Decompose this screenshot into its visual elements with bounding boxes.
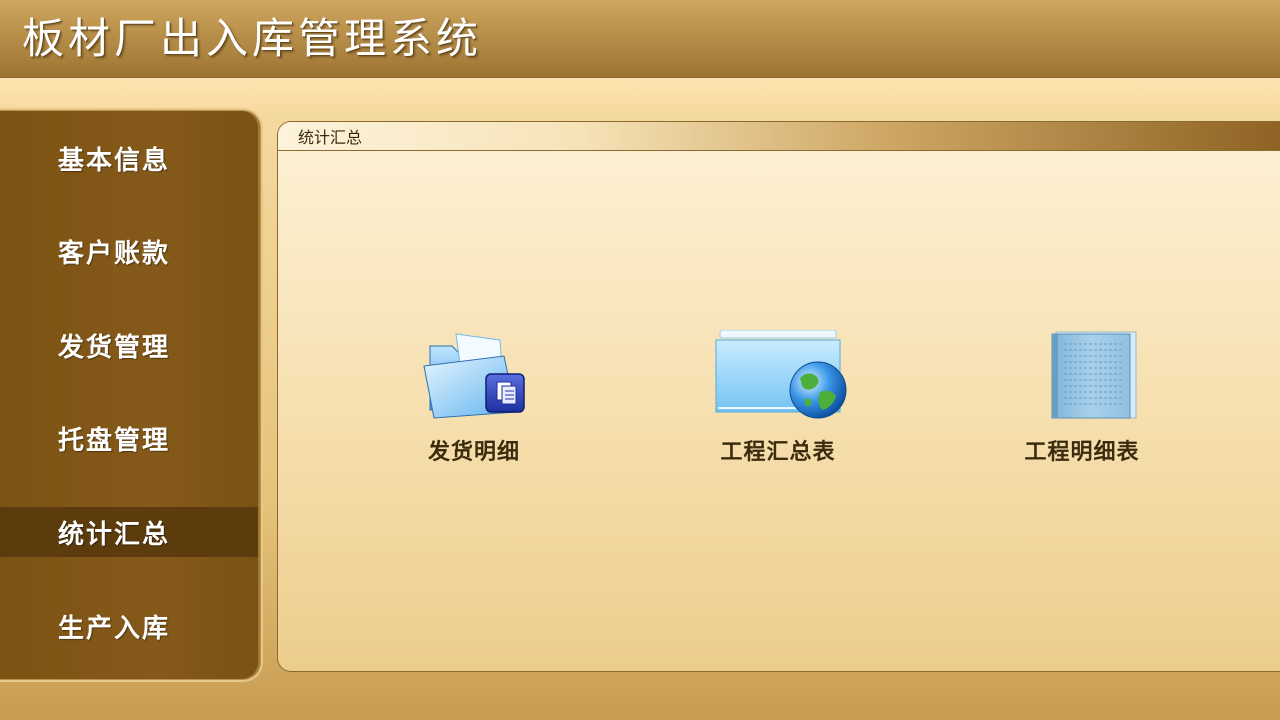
title-bar: 板材厂出入库管理系统 <box>0 0 1280 78</box>
sidebar-item-label: 生产入库 <box>58 613 171 644</box>
sidebar-item-basic-info[interactable]: 基本信息 <box>0 133 258 183</box>
shipping-details-tile[interactable]: 发货明细 <box>374 330 574 465</box>
tile-label: 发货明细 <box>427 440 520 465</box>
tile-label: 工程汇总表 <box>720 440 836 465</box>
panel-title: 统计汇总 <box>298 128 363 147</box>
folder-globe-icon <box>708 329 848 422</box>
tile-label: 工程明细表 <box>1024 440 1140 465</box>
header-strip <box>0 78 1280 112</box>
sidebar-item-label: 发货管理 <box>58 332 171 363</box>
app-title: 板材厂出入库管理系统 <box>22 14 483 63</box>
sidebar-item-customer-accounts[interactable]: 客户账款 <box>0 226 258 276</box>
sidebar-item-label: 客户账款 <box>58 238 171 269</box>
sidebar-item-label: 托盘管理 <box>58 425 171 456</box>
project-summary-tile[interactable]: 工程汇总表 <box>678 329 878 465</box>
report-book-icon <box>1012 330 1152 422</box>
sidebar-item-shipping[interactable]: 发货管理 <box>0 320 258 370</box>
sidebar: 基本信息 客户账款 发货管理 托盘管理 统计汇总 生产入库 <box>0 110 261 680</box>
project-details-tile[interactable]: 工程明细表 <box>982 330 1182 465</box>
sidebar-item-production-inbound[interactable]: 生产入库 <box>0 601 258 651</box>
sidebar-item-statistics[interactable]: 统计汇总 <box>0 507 258 557</box>
sidebar-item-pallets[interactable]: 托盘管理 <box>0 413 258 463</box>
sidebar-item-label: 统计汇总 <box>58 519 171 550</box>
panel-header: 统计汇总 <box>278 122 1280 151</box>
folder-documents-icon <box>404 330 544 422</box>
sidebar-item-label: 基本信息 <box>58 145 171 176</box>
